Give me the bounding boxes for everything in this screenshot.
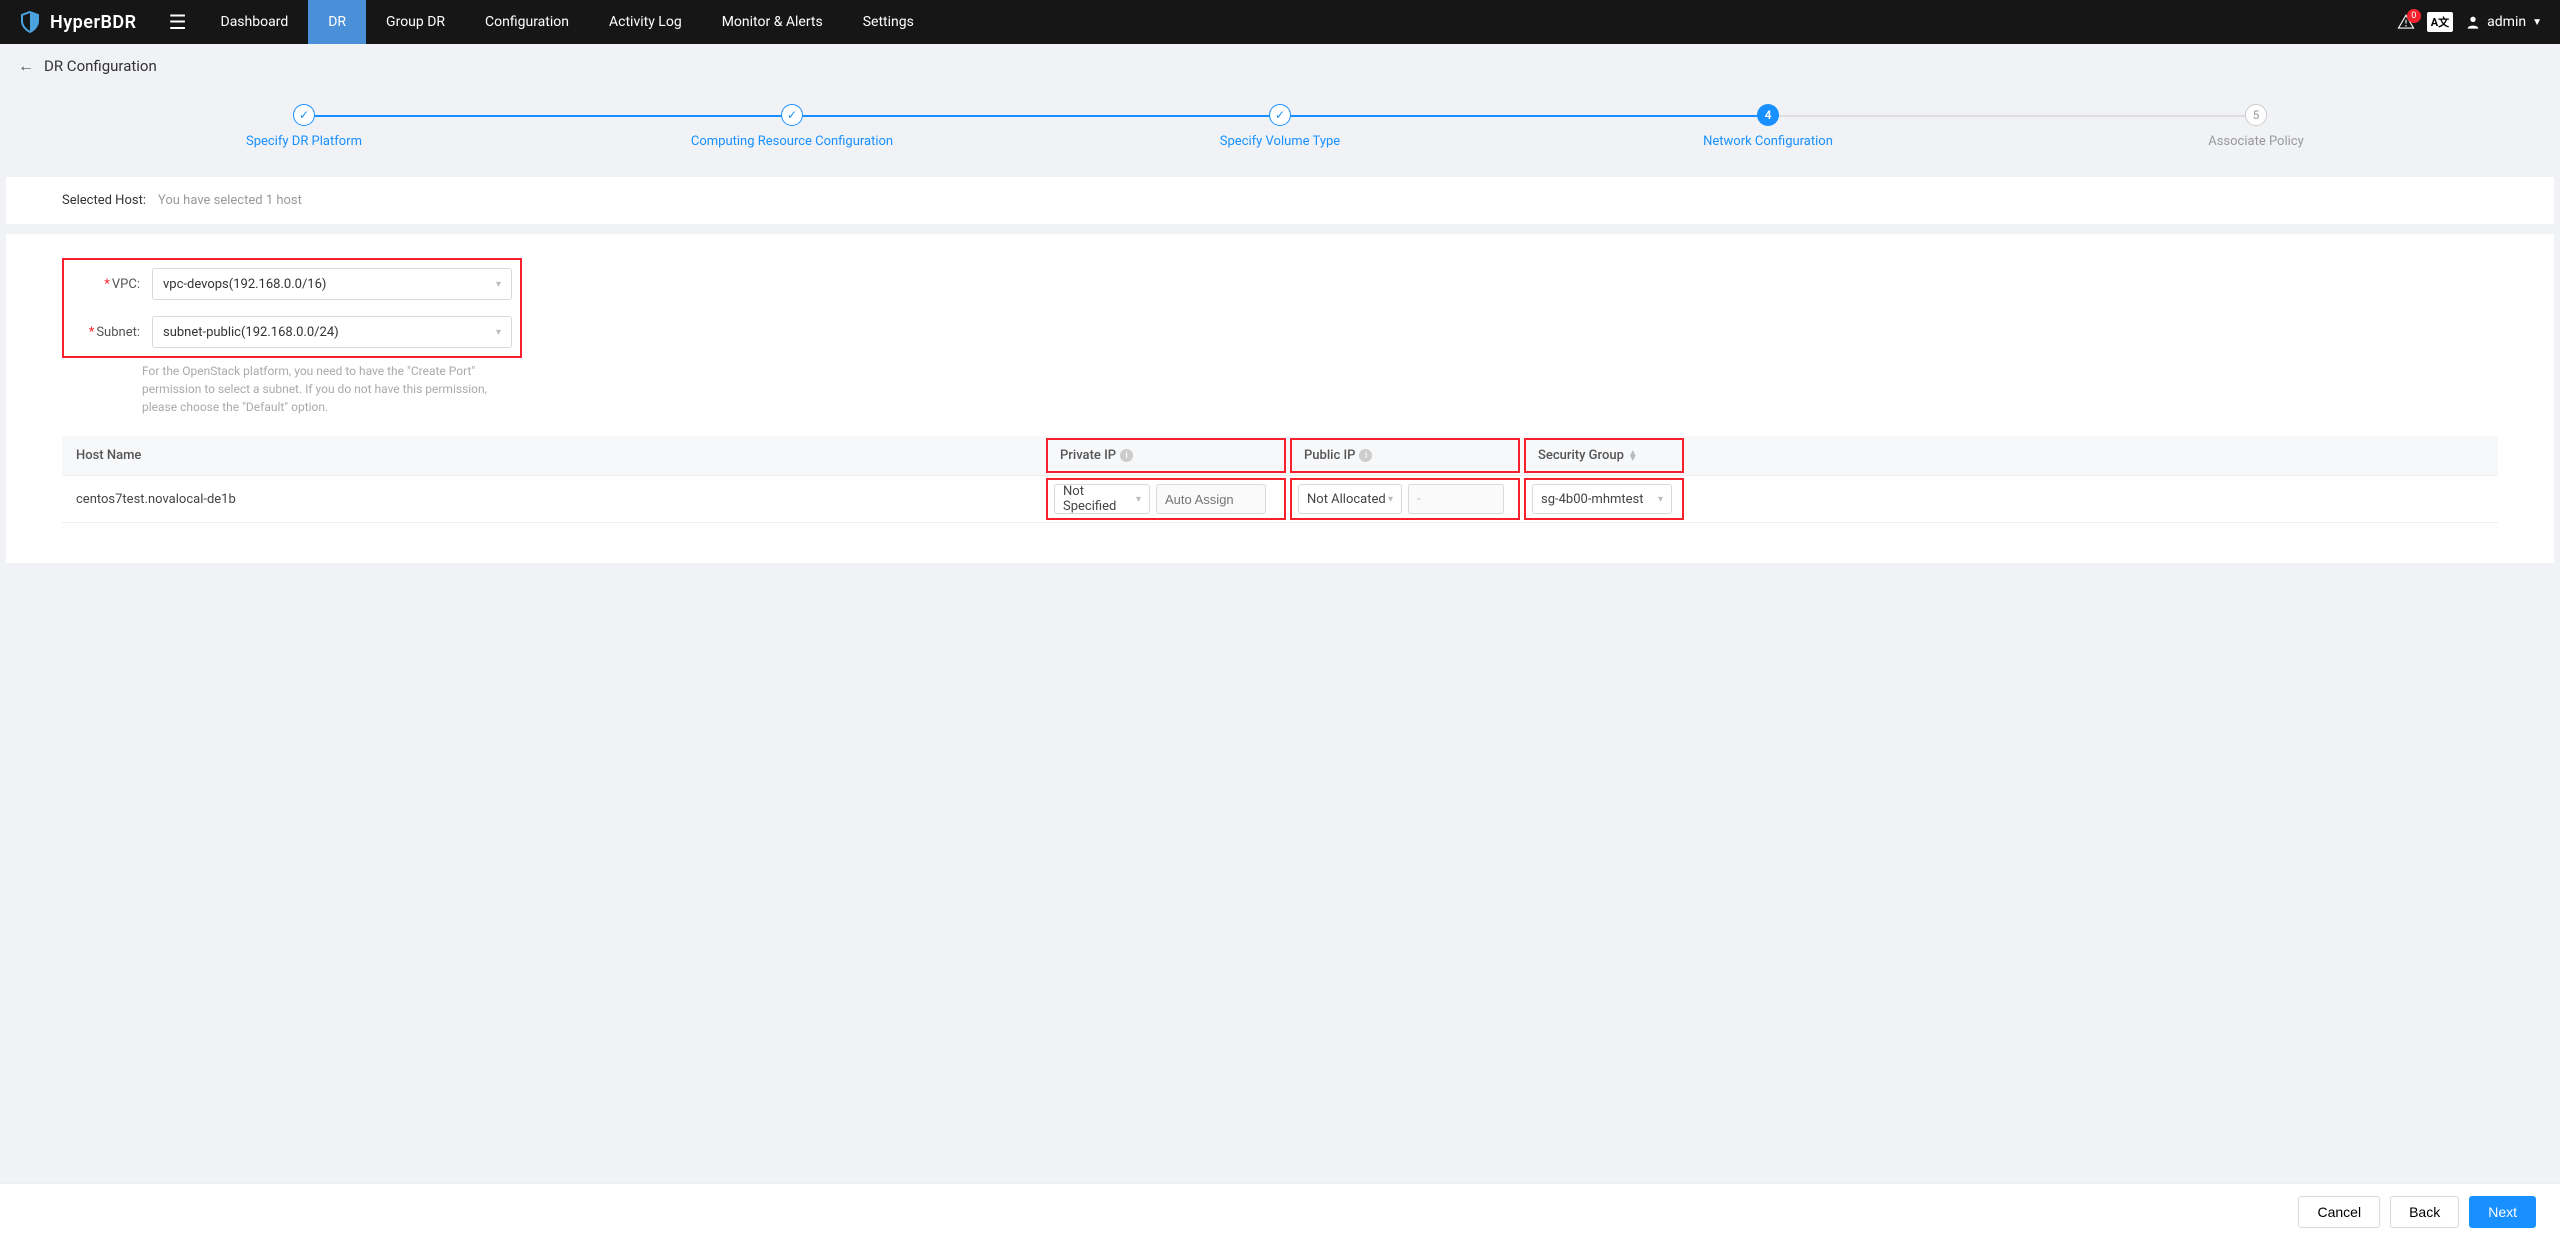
nav-monitor-alerts[interactable]: Monitor & Alerts xyxy=(702,0,843,44)
nav-configuration[interactable]: Configuration xyxy=(465,0,589,44)
cell-host-name: centos7test.novalocal-de1b xyxy=(62,480,1044,519)
chevron-down-icon: ▾ xyxy=(1388,494,1393,505)
step-circle-pending: 5 xyxy=(2245,104,2267,126)
step-circle-done: ✓ xyxy=(293,104,315,126)
step-1: ✓ Specify DR Platform xyxy=(60,104,548,149)
private-ip-input[interactable] xyxy=(1156,484,1266,514)
check-icon: ✓ xyxy=(1275,108,1285,122)
step-circle-done: ✓ xyxy=(1269,104,1291,126)
th-private-ip: Private IP i xyxy=(1046,438,1286,473)
network-config-card: *VPC: vpc-devops(192.168.0.0/16) ▾ *Subn… xyxy=(6,234,2554,563)
table-row: centos7test.novalocal-de1b Not Specified… xyxy=(62,476,2498,523)
th-public-ip: Public IP i xyxy=(1290,438,1520,473)
step-5: 5 Associate Policy xyxy=(2012,104,2500,149)
step-label: Network Configuration xyxy=(1703,134,1833,149)
user-menu[interactable]: admin ▼ xyxy=(2465,14,2542,30)
page-title: DR Configuration xyxy=(44,57,157,75)
shield-logo-icon xyxy=(18,10,42,34)
vpc-select-value: vpc-devops(192.168.0.0/16) xyxy=(163,277,326,292)
step-connector xyxy=(1768,115,2256,117)
user-icon xyxy=(2465,14,2481,30)
vpc-subnet-highlight: *VPC: vpc-devops(192.168.0.0/16) ▾ *Subn… xyxy=(62,258,522,358)
th-private-ip-label: Private IP xyxy=(1060,448,1116,463)
next-button[interactable]: Next xyxy=(2469,1196,2536,1228)
breadcrumb: ← DR Configuration xyxy=(0,44,2560,88)
th-security-group[interactable]: Security Group ▲▼ xyxy=(1524,438,1684,473)
topbar: HyperBDR ☰ Dashboard DR Group DR Configu… xyxy=(0,0,2560,44)
chevron-down-icon: ▾ xyxy=(1136,494,1141,505)
app-name: HyperBDR xyxy=(50,12,137,33)
th-host-name: Host Name xyxy=(62,436,1044,475)
cell-private-ip: Not Specified ▾ xyxy=(1046,478,1286,520)
selected-host-value: You have selected 1 host xyxy=(158,193,302,208)
sort-icon: ▲▼ xyxy=(1628,451,1638,461)
cell-public-ip: Not Allocated ▾ - xyxy=(1290,478,1520,520)
th-spacer xyxy=(1686,436,2498,475)
private-ip-mode-value: Not Specified xyxy=(1063,484,1136,514)
subnet-label: *Subnet: xyxy=(72,325,140,340)
cell-spacer xyxy=(1686,487,2498,511)
user-name: admin xyxy=(2487,14,2526,30)
private-ip-mode-select[interactable]: Not Specified ▾ xyxy=(1054,484,1150,514)
step-circle-current: 4 xyxy=(1757,104,1779,126)
step-2: ✓ Computing Resource Configuration xyxy=(548,104,1036,149)
info-icon[interactable]: i xyxy=(1120,449,1133,462)
cell-security-group: sg-4b00-mhmtest ▾ xyxy=(1524,478,1684,520)
selected-host-card: Selected Host: You have selected 1 host xyxy=(6,177,2554,224)
hosts-table: Host Name Private IP i Public IP i Secur… xyxy=(62,436,2498,523)
back-arrow-icon[interactable]: ← xyxy=(18,56,34,76)
step-label: Associate Policy xyxy=(2208,134,2304,149)
topbar-right: 0 A文 admin ▼ xyxy=(2397,12,2560,32)
step-connector xyxy=(792,115,1280,117)
subnet-select-value: subnet-public(192.168.0.0/24) xyxy=(163,325,339,340)
alert-badge: 0 xyxy=(2407,9,2421,23)
subnet-helper-text: For the OpenStack platform, you need to … xyxy=(142,362,502,416)
step-connector xyxy=(304,115,792,117)
back-button[interactable]: Back xyxy=(2390,1196,2459,1228)
nav-items: Dashboard DR Group DR Configuration Acti… xyxy=(201,0,934,44)
step-label: Specify Volume Type xyxy=(1220,134,1340,149)
th-public-ip-label: Public IP xyxy=(1304,448,1355,463)
step-label: Computing Resource Configuration xyxy=(691,134,893,149)
step-3: ✓ Specify Volume Type xyxy=(1036,104,1524,149)
subnet-row: *Subnet: subnet-public(192.168.0.0/24) ▾ xyxy=(72,316,512,348)
language-toggle[interactable]: A文 xyxy=(2427,12,2453,32)
security-group-select[interactable]: sg-4b00-mhmtest ▾ xyxy=(1532,484,1672,514)
info-icon[interactable]: i xyxy=(1359,449,1372,462)
selected-host-row: Selected Host: You have selected 1 host xyxy=(62,193,2498,208)
nav-settings[interactable]: Settings xyxy=(843,0,934,44)
vpc-row: *VPC: vpc-devops(192.168.0.0/16) ▾ xyxy=(72,268,512,300)
public-ip-input[interactable]: - xyxy=(1408,484,1504,514)
security-group-value: sg-4b00-mhmtest xyxy=(1541,492,1643,507)
alerts-icon-button[interactable]: 0 xyxy=(2397,13,2415,31)
chevron-down-icon: ▾ xyxy=(496,279,501,290)
nav-group-dr[interactable]: Group DR xyxy=(366,0,465,44)
check-icon: ✓ xyxy=(787,108,797,122)
public-ip-mode-value: Not Allocated xyxy=(1307,492,1386,507)
nav-dashboard[interactable]: Dashboard xyxy=(201,0,309,44)
subnet-select[interactable]: subnet-public(192.168.0.0/24) ▾ xyxy=(152,316,512,348)
wizard-steps: ✓ Specify DR Platform ✓ Computing Resour… xyxy=(0,88,2560,177)
step-circle-done: ✓ xyxy=(781,104,803,126)
nav-dr[interactable]: DR xyxy=(308,0,366,44)
th-security-group-label: Security Group xyxy=(1538,448,1624,463)
check-icon: ✓ xyxy=(299,108,309,122)
hamburger-menu-icon[interactable]: ☰ xyxy=(155,10,201,34)
caret-down-icon: ▼ xyxy=(2532,17,2542,28)
vpc-select[interactable]: vpc-devops(192.168.0.0/16) ▾ xyxy=(152,268,512,300)
nav-activity-log[interactable]: Activity Log xyxy=(589,0,702,44)
cancel-button[interactable]: Cancel xyxy=(2298,1196,2380,1228)
chevron-down-icon: ▾ xyxy=(1658,494,1663,505)
step-label: Specify DR Platform xyxy=(246,134,362,149)
logo-area: HyperBDR xyxy=(0,10,155,34)
step-4: 4 Network Configuration xyxy=(1524,104,2012,149)
footer-bar: Cancel Back Next xyxy=(0,1183,2560,1240)
vpc-label: *VPC: xyxy=(72,277,140,292)
table-header: Host Name Private IP i Public IP i Secur… xyxy=(62,436,2498,476)
public-ip-mode-select[interactable]: Not Allocated ▾ xyxy=(1298,484,1402,514)
lang-label: A文 xyxy=(2427,12,2453,32)
selected-host-label: Selected Host: xyxy=(62,193,146,208)
chevron-down-icon: ▾ xyxy=(496,327,501,338)
step-connector xyxy=(1280,115,1768,117)
